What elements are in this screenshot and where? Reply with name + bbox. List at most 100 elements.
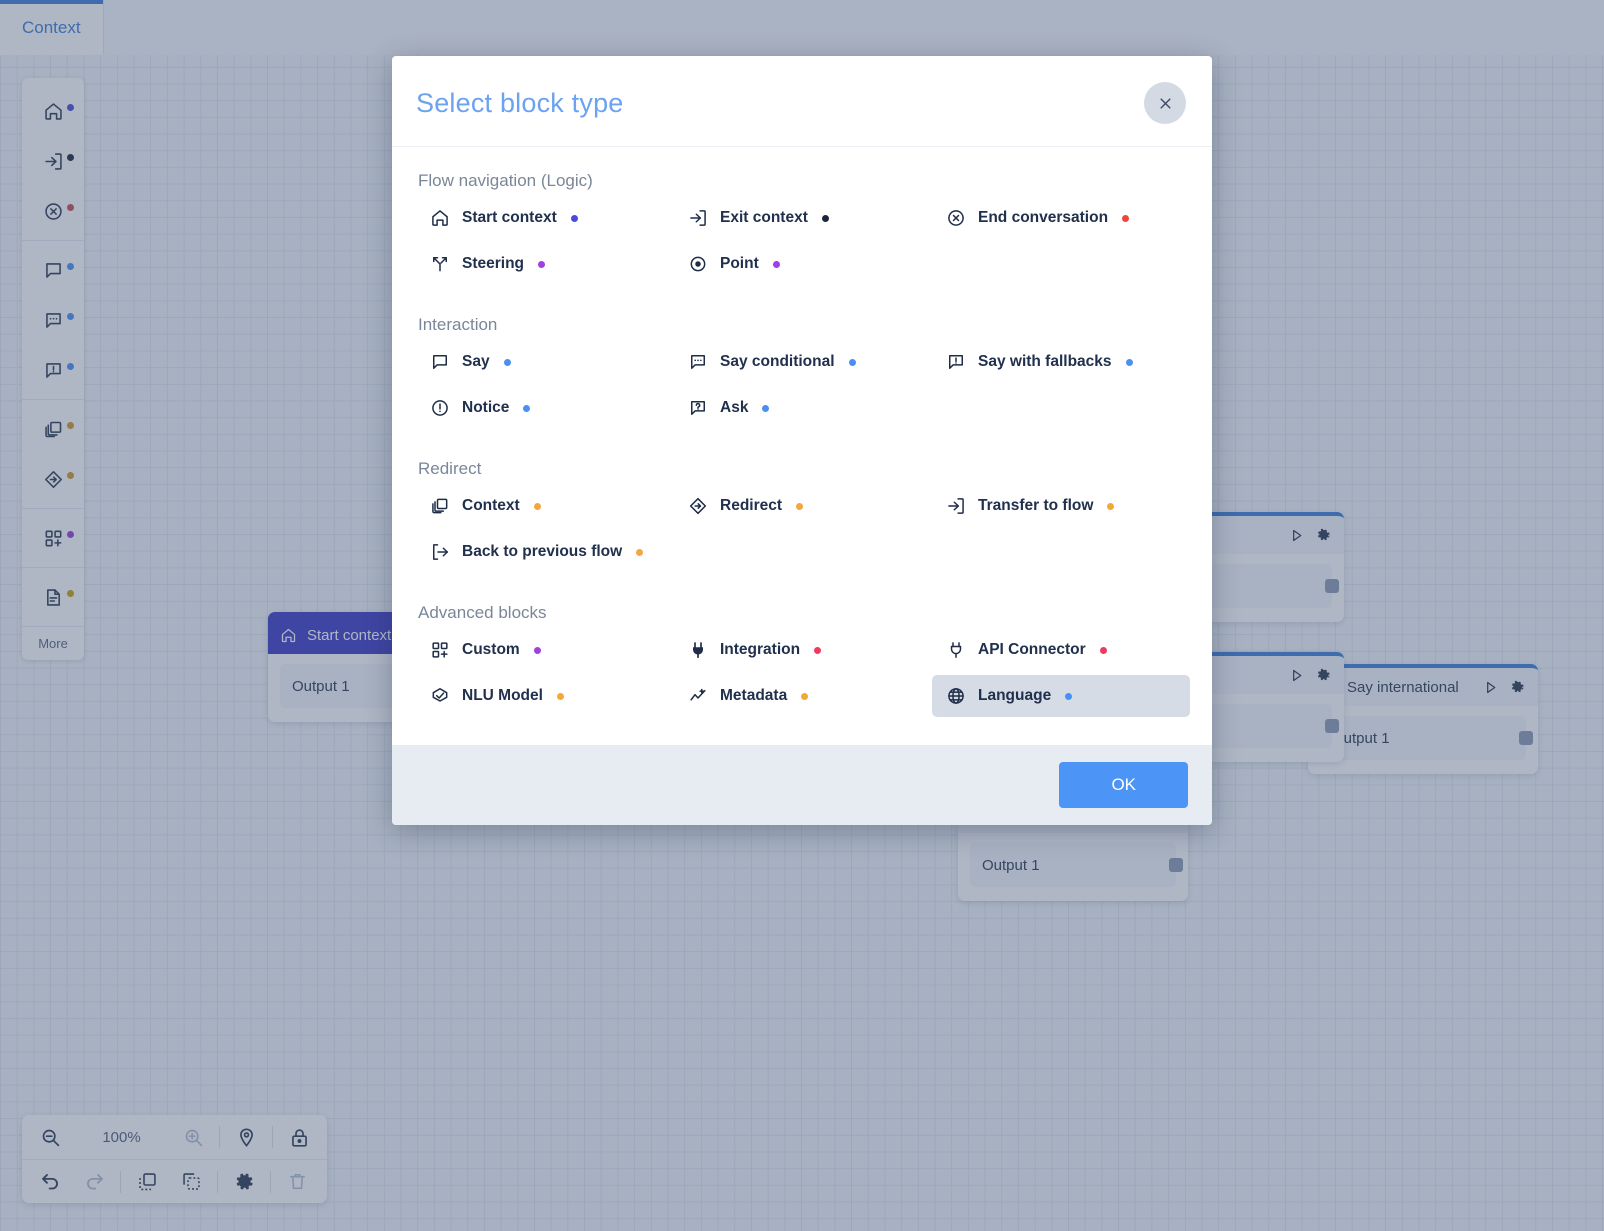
block-color-dot [1065, 692, 1073, 700]
nlu-icon [430, 686, 450, 706]
block-color-dot [538, 260, 546, 268]
block-label: Integration [720, 641, 801, 658]
block-label: Ask [720, 399, 749, 416]
block-option-say-with-fallbacks[interactable]: Say with fallbacks [932, 341, 1190, 383]
block-option-nlu-model[interactable]: NLU Model [416, 675, 674, 717]
block-section-1: Interaction Say Say conditional Say with fa… [416, 315, 1190, 429]
diamond-arrow-icon [688, 496, 708, 516]
block-color-dot [503, 358, 511, 366]
modal-overlay: Select block type Flow navigation (Logic… [0, 0, 1604, 1231]
section-title: Advanced blocks [418, 603, 547, 622]
notice-icon [430, 398, 450, 418]
chat-icon [430, 352, 450, 372]
close-icon[interactable] [1144, 82, 1186, 124]
point-icon [688, 254, 708, 274]
ok-button[interactable]: OK [1059, 762, 1188, 808]
block-option-back-to-previous-flow[interactable]: Back to previous flow [416, 531, 674, 573]
metadata-icon [688, 686, 708, 706]
block-section-0: Flow navigation (Logic) Start context Exit… [416, 171, 1190, 285]
section-title: Flow navigation (Logic) [418, 171, 593, 190]
select-block-type-dialog: Select block type Flow navigation (Logic… [392, 56, 1212, 825]
block-option-start-context[interactable]: Start context [416, 197, 674, 239]
block-option-api-connector[interactable]: API Connector [932, 629, 1190, 671]
block-label: Back to previous flow [462, 543, 623, 560]
block-option-integration[interactable]: Integration [674, 629, 932, 671]
block-label: NLU Model [462, 687, 543, 704]
block-color-dot [848, 358, 856, 366]
block-color-dot [801, 692, 809, 700]
home-icon [430, 208, 450, 228]
block-label: Point [720, 255, 759, 272]
block-option-custom[interactable]: Custom [416, 629, 674, 671]
x-circle-icon [946, 208, 966, 228]
block-option-ask[interactable]: Ask [674, 387, 932, 429]
block-option-say-conditional[interactable]: Say conditional [674, 341, 932, 383]
block-option-say[interactable]: Say [416, 341, 674, 383]
block-label: Say with fallbacks [978, 353, 1112, 370]
block-label: Transfer to flow [978, 497, 1094, 514]
block-option-redirect[interactable]: Redirect [674, 485, 932, 527]
chat-dots-icon [688, 352, 708, 372]
block-option-context[interactable]: Context [416, 485, 674, 527]
block-color-dot [533, 646, 541, 654]
block-grid: Context Redirect Transfer to flow Back to p… [416, 485, 1190, 573]
chat-alert-icon [946, 352, 966, 372]
block-color-dot [821, 214, 829, 222]
block-option-steering[interactable]: Steering [416, 243, 674, 285]
section-title: Interaction [418, 315, 498, 334]
block-option-end-conversation[interactable]: End conversation [932, 197, 1190, 239]
ask-icon [688, 398, 708, 418]
block-color-dot [1125, 358, 1133, 366]
block-grid: Start context Exit context End conversatio… [416, 197, 1190, 285]
dialog-header: Select block type [392, 56, 1212, 147]
block-label: Steering [462, 255, 525, 272]
block-label: Metadata [720, 687, 788, 704]
block-color-dot [523, 404, 531, 412]
block-label: Notice [462, 399, 510, 416]
block-color-dot [1122, 214, 1130, 222]
block-color-dot [636, 548, 644, 556]
block-label: Context [462, 497, 520, 514]
block-label: Say [462, 353, 490, 370]
block-label: Language [978, 687, 1052, 704]
dialog-body[interactable]: Flow navigation (Logic) Start context Exit… [392, 147, 1212, 745]
dialog-footer: OK [392, 745, 1212, 825]
block-color-dot [772, 260, 780, 268]
globe-icon [946, 686, 966, 706]
section-title: Redirect [418, 459, 482, 478]
block-option-exit-context[interactable]: Exit context [674, 197, 932, 239]
block-option-metadata[interactable]: Metadata [674, 675, 932, 717]
grid-plus-icon [430, 640, 450, 660]
block-color-dot [556, 692, 564, 700]
block-label: Redirect [720, 497, 783, 514]
block-grid: Custom Integration API Connector NLU Model M… [416, 629, 1190, 717]
plug-icon [688, 640, 708, 660]
block-label: End conversation [978, 209, 1109, 226]
block-section-2: Redirect Context Redirect Transfer to flow B… [416, 459, 1190, 573]
block-grid: Say Say conditional Say with fallbacks Noti… [416, 341, 1190, 429]
steering-icon [430, 254, 450, 274]
block-color-dot [1099, 646, 1107, 654]
block-color-dot [570, 214, 578, 222]
block-option-point[interactable]: Point [674, 243, 932, 285]
block-label: Say conditional [720, 353, 835, 370]
block-section-3: Advanced blocks Custom Integration API Conn… [416, 603, 1190, 717]
block-label: Exit context [720, 209, 808, 226]
app-root: Context More Start context Output 1 Say in… [0, 0, 1604, 1231]
block-color-dot [814, 646, 822, 654]
exit-icon [946, 496, 966, 516]
block-color-dot [762, 404, 770, 412]
block-option-language[interactable]: Language [932, 675, 1190, 717]
exit-icon [688, 208, 708, 228]
block-option-notice[interactable]: Notice [416, 387, 674, 429]
block-label: API Connector [978, 641, 1086, 658]
block-color-dot [533, 502, 541, 510]
block-label: Start context [462, 209, 557, 226]
plug-alt-icon [946, 640, 966, 660]
block-option-transfer-to-flow[interactable]: Transfer to flow [932, 485, 1190, 527]
block-label: Custom [462, 641, 520, 658]
dialog-title: Select block type [416, 87, 624, 118]
block-color-dot [796, 502, 804, 510]
back-flow-icon [430, 542, 450, 562]
layers-icon [430, 496, 450, 516]
